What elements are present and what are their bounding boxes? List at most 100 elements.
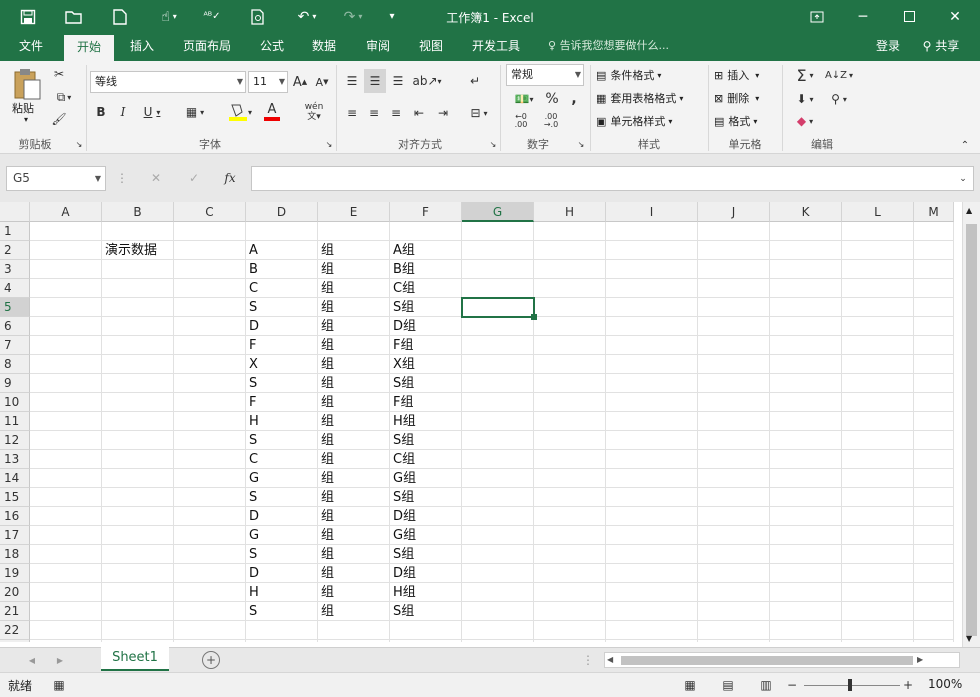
grid-cell[interactable] (606, 583, 698, 602)
row-header[interactable]: 13 (0, 450, 30, 469)
decrease-decimal-icon[interactable]: .00 →.0 (538, 111, 564, 131)
grid-cell[interactable] (174, 640, 246, 642)
grid-cell[interactable] (462, 507, 534, 526)
grid-cell[interactable] (698, 298, 770, 317)
italic-button[interactable]: I (116, 103, 130, 121)
grid-cell[interactable]: S组 (390, 602, 462, 621)
cancel-icon[interactable]: ✕ (146, 170, 166, 186)
grid-cell[interactable]: 演示数据 (102, 241, 174, 260)
grid-cell[interactable]: F组 (390, 336, 462, 355)
grid-cell[interactable] (534, 412, 606, 431)
grid-cell[interactable] (534, 640, 606, 642)
grid-cell[interactable] (914, 602, 954, 621)
grid-cell[interactable] (606, 488, 698, 507)
tab-review[interactable]: 审阅 (358, 33, 398, 61)
grid-cell[interactable]: H (246, 412, 318, 431)
grid-cell[interactable] (606, 298, 698, 317)
chevron-down-icon[interactable]: ▼ (95, 167, 101, 190)
grid-cell[interactable] (174, 583, 246, 602)
column-header[interactable]: L (842, 202, 914, 222)
grid-cell[interactable] (698, 450, 770, 469)
grid-cell[interactable] (770, 602, 842, 621)
underline-button[interactable]: U ▾ (138, 103, 166, 121)
grid-cell[interactable]: H (246, 583, 318, 602)
tab-home[interactable]: 开始 (64, 33, 114, 61)
orientation-icon[interactable]: ab↗ ▾ (412, 71, 442, 91)
grid-cell[interactable]: G (246, 526, 318, 545)
grid-cell[interactable] (174, 450, 246, 469)
maximize-icon[interactable] (886, 0, 932, 33)
grid-cell[interactable] (842, 222, 914, 241)
name-box[interactable]: G5 ▼ (6, 166, 106, 191)
grid-cell[interactable] (174, 621, 246, 640)
align-top-icon[interactable]: ☰ (344, 71, 360, 91)
grid-cell[interactable] (102, 279, 174, 298)
grid-cell[interactable] (698, 393, 770, 412)
grid-cell[interactable]: D组 (390, 317, 462, 336)
grid-cell[interactable]: A组 (390, 241, 462, 260)
grid-cell[interactable]: 组 (318, 431, 390, 450)
grid-cell[interactable] (698, 621, 770, 640)
grid-cell[interactable] (770, 298, 842, 317)
grid-cell[interactable]: F组 (390, 393, 462, 412)
grid-cell[interactable]: 组 (318, 241, 390, 260)
grid-cell[interactable] (606, 450, 698, 469)
grid-cell[interactable] (914, 488, 954, 507)
grid-cell[interactable] (102, 621, 174, 640)
grid-cell[interactable] (534, 469, 606, 488)
grid-cell[interactable] (914, 374, 954, 393)
grid-cell[interactable] (174, 507, 246, 526)
print-preview-icon[interactable] (246, 0, 270, 33)
grid-cell[interactable] (174, 545, 246, 564)
grid-cell[interactable] (914, 241, 954, 260)
grid-cell[interactable] (606, 393, 698, 412)
tab-formulas[interactable]: 公式 (252, 33, 292, 61)
grid-cell[interactable] (606, 431, 698, 450)
grid-cell[interactable] (462, 488, 534, 507)
grid-cell[interactable] (842, 336, 914, 355)
page-layout-view-icon[interactable]: ▤ (718, 677, 738, 693)
drag-handle-icon[interactable]: ⋮ (582, 653, 594, 667)
grid-cell[interactable]: B (246, 260, 318, 279)
grid-cell[interactable] (842, 602, 914, 621)
redo-icon[interactable]: ↷ ▾ (336, 0, 370, 33)
sort-filter-icon[interactable]: A↓Z ▾ (824, 65, 854, 85)
zoom-in-icon[interactable]: + (902, 677, 914, 693)
grid-cell[interactable] (534, 393, 606, 412)
grid-cell[interactable] (698, 640, 770, 642)
grid-cell[interactable] (606, 469, 698, 488)
grid-cell[interactable] (462, 450, 534, 469)
grid-cell[interactable] (534, 583, 606, 602)
grid-cell[interactable]: S组 (390, 545, 462, 564)
grid-cell[interactable] (174, 488, 246, 507)
formula-input[interactable] (251, 166, 974, 191)
grid-cell[interactable] (770, 640, 842, 642)
row-header[interactable]: 5 (0, 298, 30, 317)
grid-cell[interactable] (606, 241, 698, 260)
grid-cell[interactable] (102, 545, 174, 564)
grid-cell[interactable] (606, 222, 698, 241)
column-header[interactable]: D (246, 202, 318, 222)
grid-cell[interactable] (174, 412, 246, 431)
grid-cell[interactable]: G组 (390, 526, 462, 545)
grid-cell[interactable] (462, 355, 534, 374)
grid-cell[interactable]: C组 (390, 450, 462, 469)
find-select-icon[interactable]: ⚲ ▾ (824, 89, 854, 109)
grid-cell[interactable]: B组 (390, 260, 462, 279)
grid-cell[interactable]: D (246, 507, 318, 526)
grid-cell[interactable] (534, 526, 606, 545)
grid-cell[interactable]: 组 (318, 488, 390, 507)
grid-cell[interactable] (914, 469, 954, 488)
collapse-ribbon-icon[interactable]: ⌃ (958, 139, 972, 151)
wrap-text-icon[interactable]: ↵ (464, 71, 486, 91)
row-header[interactable]: 20 (0, 583, 30, 602)
grid-cell[interactable] (698, 241, 770, 260)
grid-cell[interactable] (174, 241, 246, 260)
grid-cell[interactable]: S (246, 488, 318, 507)
grid-cell[interactable] (770, 450, 842, 469)
clipboard-launcher-icon[interactable]: ↘ (74, 139, 84, 149)
column-header[interactable]: G (462, 202, 534, 222)
column-header[interactable]: C (174, 202, 246, 222)
grid-cell[interactable]: G (246, 469, 318, 488)
cut-icon[interactable]: ✂ (50, 66, 68, 82)
